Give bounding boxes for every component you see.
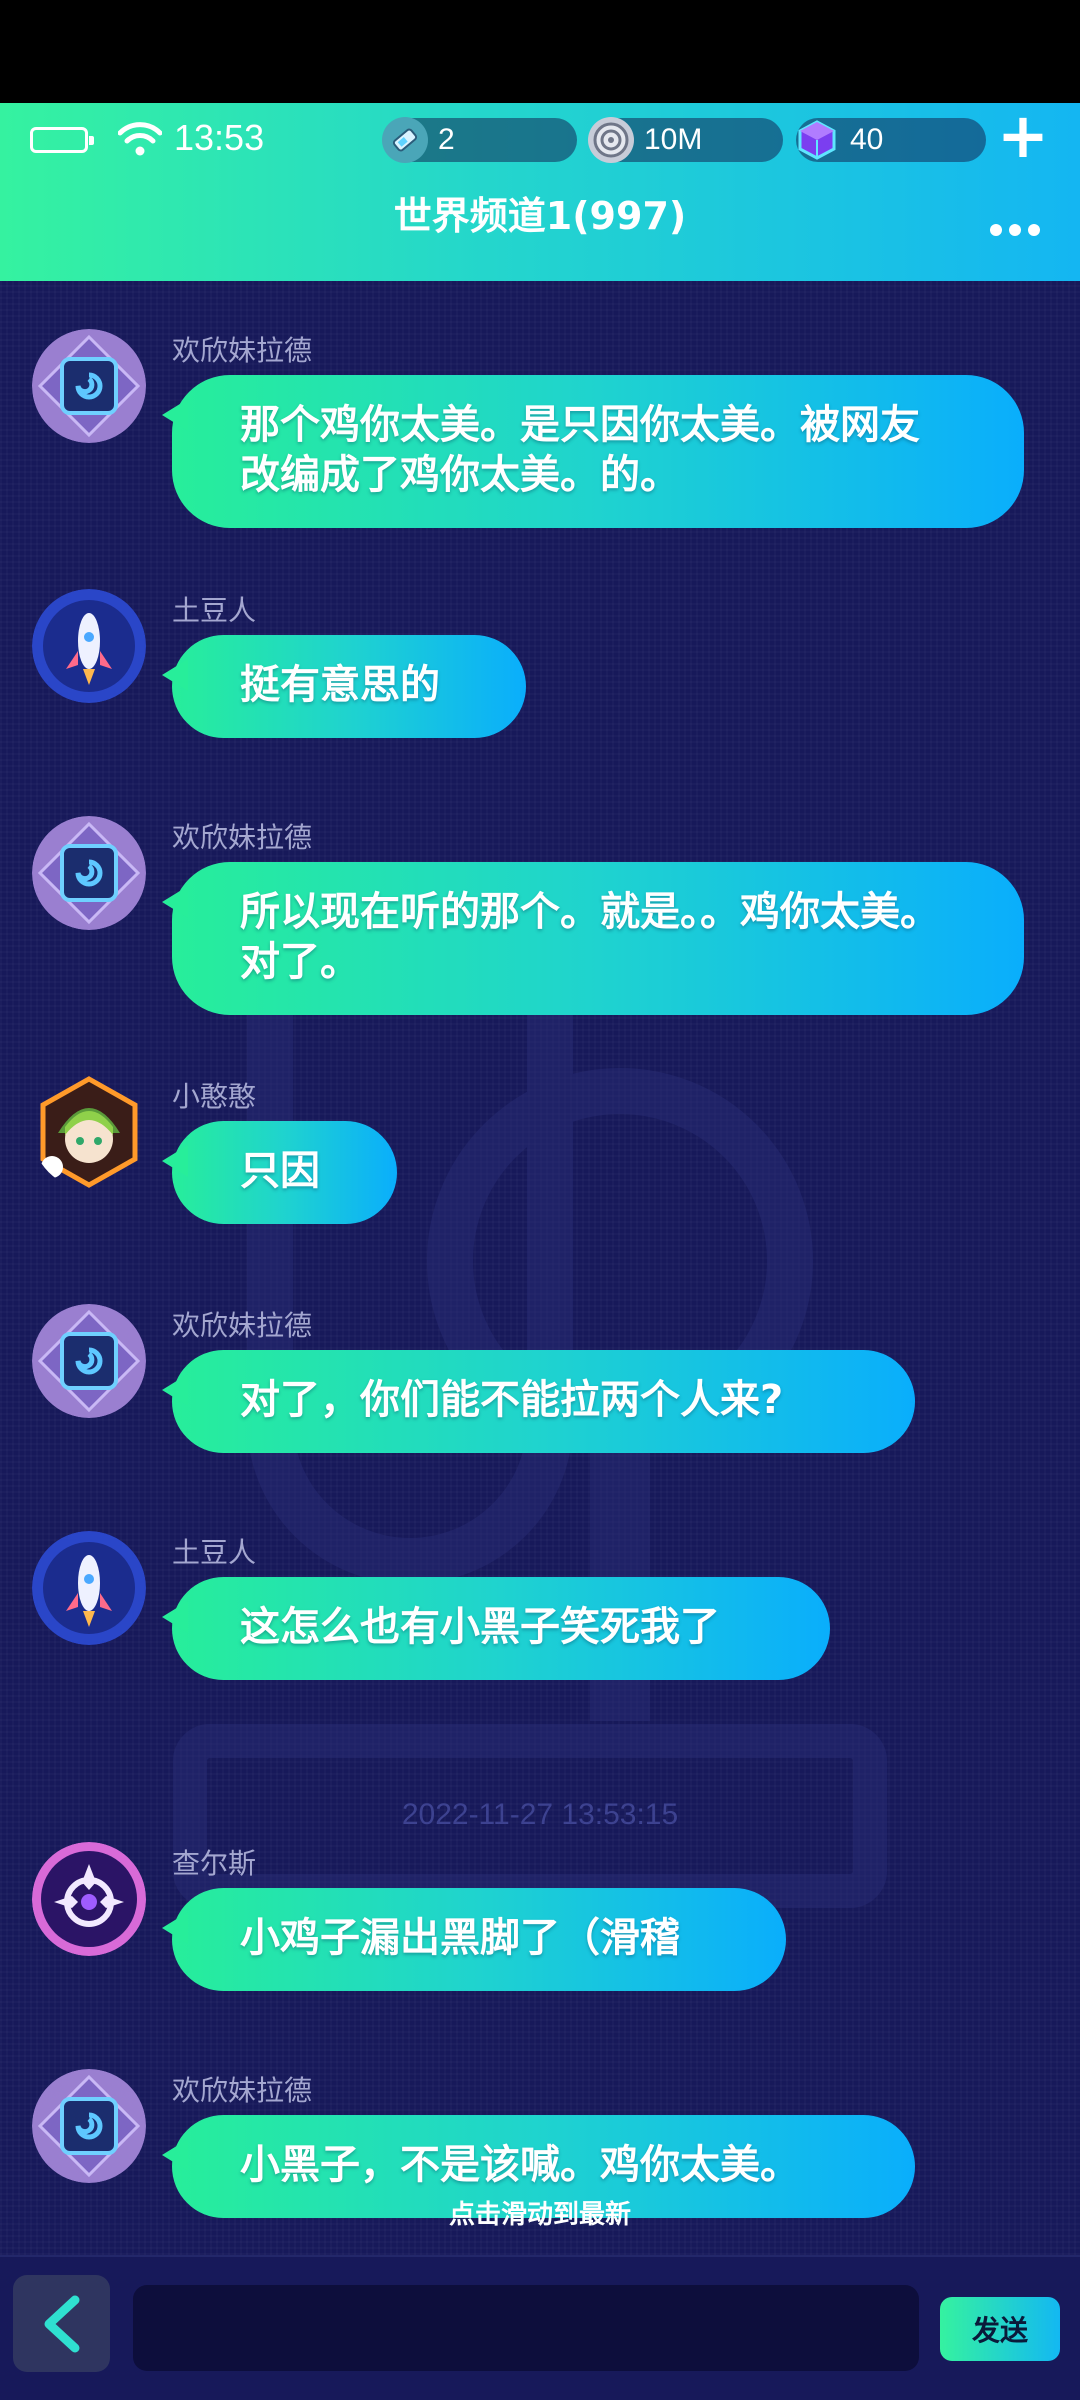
more-options-button[interactable] [990,221,1052,236]
status-bar: 13:53 2 10M 40 + [0,103,1080,175]
header: 13:53 2 10M 40 + 世界频道1(997) [0,103,1080,281]
message-text-line: 所以现在听的那个。就是。。鸡你太美。 [240,889,940,935]
message-text-line: 对了。 [240,939,360,985]
coin-disc-icon [593,122,629,158]
coin-icon [588,117,634,163]
sender-name: 土豆人 [172,594,257,627]
cube-gem-icon [798,120,836,160]
coin-value: 10M [644,123,703,156]
energy-counter[interactable]: 2 [382,117,577,163]
rocket-avatar-icon[interactable] [32,589,146,703]
sender-name: 欢欣妹拉德 [172,2074,313,2107]
message-text-line: 只因 [240,1148,320,1194]
sender-name: 查尔斯 [172,1847,257,1880]
sender-name: 欢欣妹拉德 [172,334,313,367]
energy-icon [382,117,428,163]
input-bar: 发送 [0,2255,1080,2400]
swirl-avatar-icon[interactable] [32,1304,146,1418]
back-button[interactable] [13,2275,110,2372]
message-input[interactable] [133,2285,919,2371]
message-timestamp: 2022-11-27 13:53:15 [401,1798,679,1831]
message-bubble[interactable]: 这怎么也有小黑子笑死我了 [162,1577,830,1680]
swirl-avatar-icon[interactable] [32,816,146,930]
gem-counter[interactable]: 40 [796,118,986,162]
message-text-line: 小鸡子漏出黑脚了（滑稽 [240,1915,680,1961]
message-bubble[interactable]: 只因 [162,1121,397,1224]
message-text-line: 挺有意思的 [240,662,440,708]
send-button[interactable]: 发送 [940,2297,1060,2361]
message-text-line: 这怎么也有小黑子笑死我了 [240,1604,720,1650]
coin-counter[interactable]: 10M [588,117,783,163]
message-text-line: 对了，你们能不能拉两个人来? [240,1377,784,1423]
scroll-to-latest-button[interactable]: 点击滑动到最新 [0,2194,1080,2231]
emblem-avatar-icon[interactable] [32,1842,146,1956]
gem-value: 40 [850,123,884,156]
message-text-line: 小黑子，不是该喊。鸡你太美。 [240,2142,800,2188]
message-bubble[interactable]: 小鸡子漏出黑脚了（滑稽 [162,1888,786,1991]
battery-icon [30,127,94,153]
sender-name: 欢欣妹拉德 [172,821,313,854]
battery-cell-icon [392,128,418,152]
message-bubble[interactable]: 对了，你们能不能拉两个人来? [162,1350,915,1453]
top-black-bar [0,0,1080,103]
status-time: 13:53 [174,117,265,158]
sender-name: 小憨憨 [172,1080,257,1113]
message-bubble[interactable]: 所以现在听的那个。就是。。鸡你太美。 对了。 [162,862,1024,1015]
message-text-line: 改编成了鸡你太美。的。 [240,452,680,498]
anime-girl-avatar-icon[interactable] [32,1075,146,1189]
gem-icon [794,117,840,163]
message-bubble[interactable]: 挺有意思的 [162,635,526,738]
rocket-avatar-icon[interactable] [32,1531,146,1645]
wifi-icon [118,122,162,156]
swirl-avatar-icon[interactable] [32,2069,146,2183]
sender-name: 土豆人 [172,1536,257,1569]
sender-name: 欢欣妹拉德 [172,1309,313,1342]
chevron-left-icon [44,2295,79,2352]
message-text-line: 那个鸡你太美。是只因你太美。被网友 [240,402,920,448]
message-bubble[interactable]: 那个鸡你太美。是只因你太美。被网友 改编成了鸡你太美。的。 [162,375,1024,528]
channel-title: 世界频道1(997) [393,194,687,238]
chat-list[interactable]: 欢欣妹拉德 那个鸡你太美。是只因你太美。被网友 改编成了鸡你太美。的。 土豆人 … [0,281,1080,2255]
energy-value: 2 [438,123,455,156]
swirl-avatar-icon[interactable] [32,329,146,443]
add-currency-button[interactable]: + [996,105,1050,167]
